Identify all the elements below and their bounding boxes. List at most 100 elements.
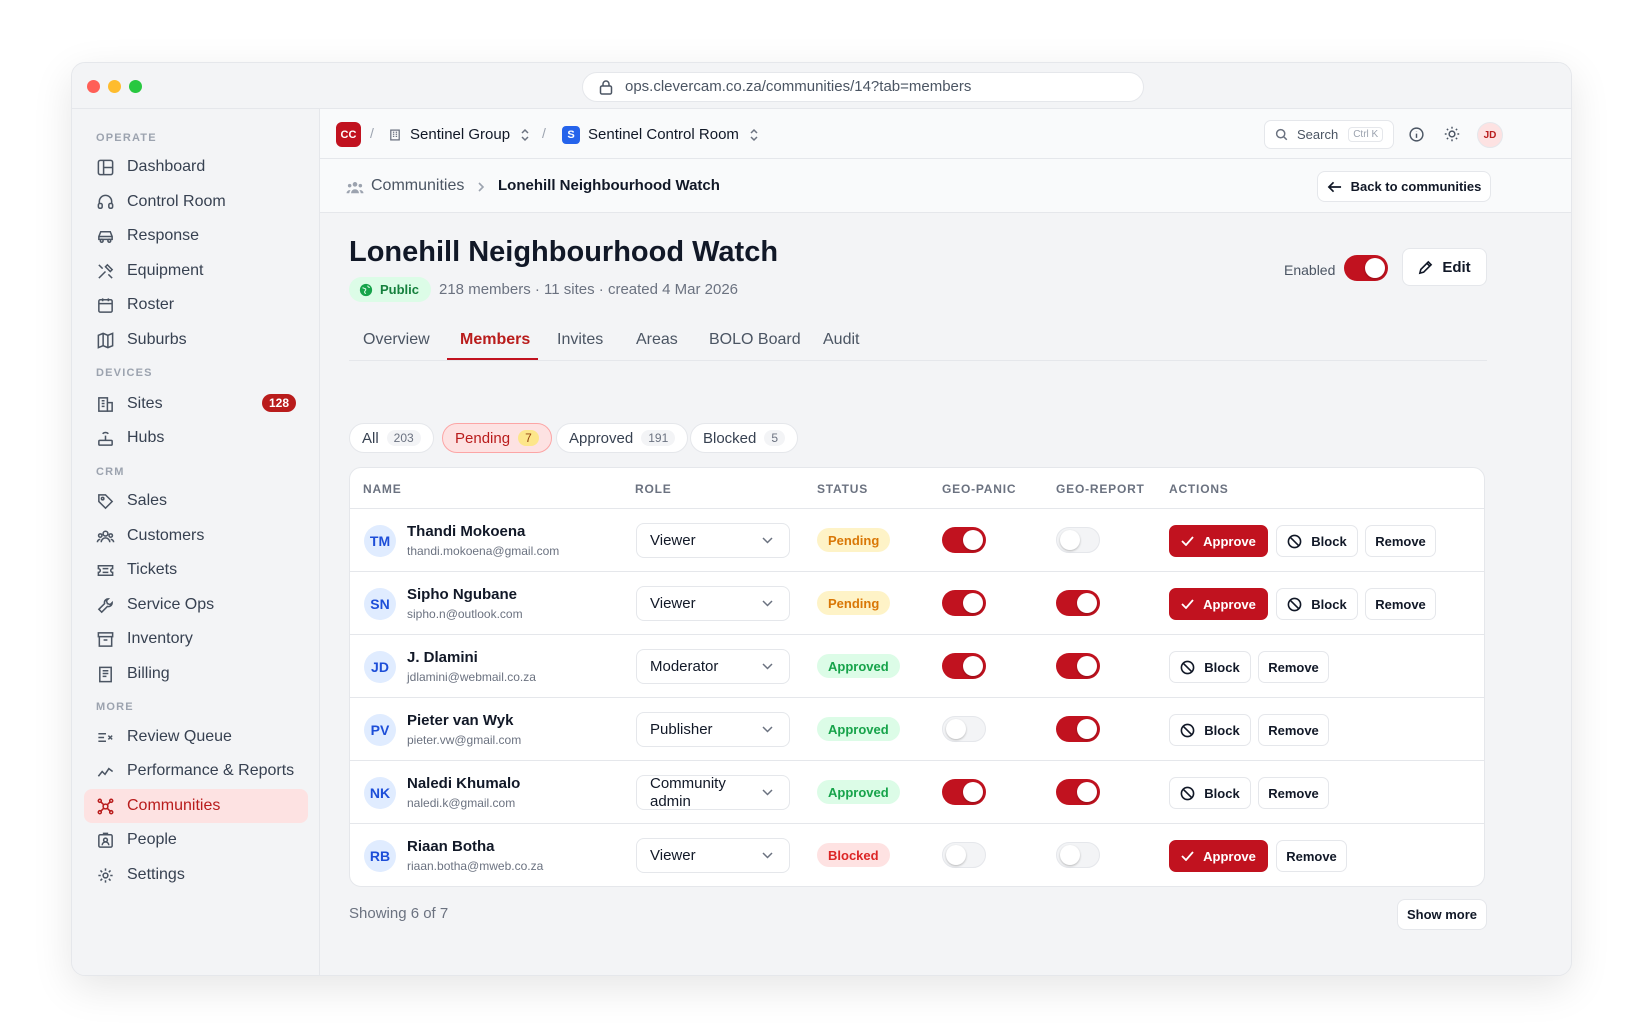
sidebar-item-label: Roster: [127, 296, 175, 313]
sidebar-item-sales[interactable]: Sales: [84, 484, 308, 518]
sidebar-item-performance-reports[interactable]: Performance & Reports: [84, 754, 308, 788]
status-badge: Approved: [817, 780, 900, 804]
approve-button[interactable]: Approve: [1169, 588, 1268, 620]
geo-report-toggle[interactable]: [1056, 653, 1100, 679]
geo-report-toggle[interactable]: [1056, 590, 1100, 616]
sidebar: OPERATE Dashboard Control Room Response …: [72, 109, 320, 975]
block-label: Block: [1204, 659, 1240, 675]
filter-label: Approved: [569, 429, 634, 447]
member-name: Sipho Ngubane: [407, 586, 517, 603]
tools-icon: [98, 263, 114, 279]
sidebar-item-hubs[interactable]: Hubs: [84, 421, 308, 455]
user-avatar[interactable]: JD: [1477, 122, 1503, 148]
tab-audit[interactable]: Audit: [823, 331, 859, 349]
role-select[interactable]: Viewer: [636, 838, 790, 873]
geo-panic-toggle[interactable]: [942, 842, 986, 868]
sun-icon[interactable]: [1443, 125, 1461, 143]
tab-invites[interactable]: Invites: [557, 331, 603, 349]
role-select[interactable]: Publisher: [636, 712, 790, 747]
geo-panic-toggle[interactable]: [942, 590, 986, 616]
sidebar-item-control-room[interactable]: Control Room: [84, 185, 308, 219]
remove-button[interactable]: Remove: [1365, 588, 1436, 620]
block-button[interactable]: Block: [1276, 525, 1358, 557]
table-row: TM Thandi Mokoena thandi.mokoena@gmail.c…: [350, 508, 1484, 571]
column-header-geo-report: GEO-REPORT: [1056, 482, 1145, 496]
block-button[interactable]: Block: [1169, 651, 1251, 683]
geo-panic-toggle[interactable]: [942, 716, 986, 742]
role-select[interactable]: Viewer: [636, 586, 790, 621]
approve-label: Approve: [1203, 533, 1256, 549]
org-switcher[interactable]: Sentinel Group: [388, 122, 531, 147]
geo-report-toggle[interactable]: [1056, 779, 1100, 805]
remove-button[interactable]: Remove: [1258, 651, 1329, 683]
sidebar-item-label: Review Queue: [127, 728, 232, 745]
close-window-dot[interactable]: [87, 80, 100, 93]
info-icon[interactable]: [1408, 126, 1425, 143]
edit-button[interactable]: Edit: [1402, 248, 1487, 286]
sidebar-item-customers[interactable]: Customers: [84, 519, 308, 553]
sidebar-item-tickets[interactable]: Tickets: [84, 553, 308, 587]
remove-button[interactable]: Remove: [1258, 777, 1329, 809]
approve-button[interactable]: Approve: [1169, 840, 1268, 872]
sidebar-item-roster[interactable]: Roster: [84, 288, 308, 322]
ban-icon: [1180, 786, 1195, 800]
community-enabled-toggle[interactable]: [1344, 255, 1388, 281]
member-avatar: JD: [364, 651, 396, 683]
sidebar-item-billing[interactable]: Billing: [84, 657, 308, 691]
tab-members[interactable]: Members: [460, 331, 530, 349]
filter-pending[interactable]: Pending 7: [442, 423, 552, 453]
tab-overview[interactable]: Overview: [363, 331, 430, 349]
users-icon: [346, 182, 364, 194]
filter-blocked[interactable]: Blocked 5: [690, 423, 799, 453]
search-button[interactable]: Search Ctrl K: [1264, 120, 1394, 149]
globe-icon: [359, 283, 373, 296]
role-select[interactable]: Community admin: [636, 775, 790, 810]
ban-icon: [1287, 534, 1302, 548]
approve-button[interactable]: Approve: [1169, 525, 1268, 557]
sidebar-item-settings[interactable]: Settings: [84, 858, 308, 892]
sidebar-item-communities[interactable]: Communities: [84, 789, 308, 823]
community-meta: 218 members · 11 sites · created 4 Mar 2…: [439, 281, 739, 298]
sidebar-item-suburbs[interactable]: Suburbs: [84, 323, 308, 357]
geo-report-toggle[interactable]: [1056, 716, 1100, 742]
block-button[interactable]: Block: [1169, 714, 1251, 746]
remove-button[interactable]: Remove: [1276, 840, 1347, 872]
geo-panic-toggle[interactable]: [942, 527, 986, 553]
show-more-button[interactable]: Show more: [1397, 899, 1487, 930]
check-icon: [1181, 599, 1194, 609]
tab-areas[interactable]: Areas: [636, 331, 678, 349]
sidebar-item-service-ops[interactable]: Service Ops: [84, 588, 308, 622]
address-bar[interactable]: ops.clevercam.co.za/communities/14?tab=m…: [582, 72, 1144, 102]
enabled-label: Enabled: [1284, 262, 1336, 278]
block-button[interactable]: Block: [1276, 588, 1358, 620]
pencil-icon: [1419, 260, 1433, 274]
sidebar-item-dashboard[interactable]: Dashboard: [84, 150, 308, 184]
sidebar-item-review-queue[interactable]: Review Queue: [84, 720, 308, 754]
building-icon: [390, 128, 400, 141]
geo-panic-toggle[interactable]: [942, 779, 986, 805]
sidebar-item-response[interactable]: Response: [84, 219, 308, 253]
search-label: Search: [1297, 127, 1339, 142]
sidebar-item-inventory[interactable]: Inventory: [84, 622, 308, 656]
breadcrumb-communities-link[interactable]: Communities: [371, 177, 464, 195]
back-to-communities-button[interactable]: Back to communities: [1317, 171, 1491, 202]
role-select[interactable]: Viewer: [636, 523, 790, 558]
workspace-switcher[interactable]: S Sentinel Control Room: [562, 122, 760, 147]
geo-panic-toggle[interactable]: [942, 653, 986, 679]
role-select[interactable]: Moderator: [636, 649, 790, 684]
sidebar-item-people[interactable]: People: [84, 823, 308, 857]
minimize-window-dot[interactable]: [108, 80, 121, 93]
org-name: Sentinel Group: [410, 126, 511, 143]
filter-all[interactable]: All 203: [349, 423, 434, 453]
maximize-window-dot[interactable]: [129, 80, 142, 93]
geo-report-toggle[interactable]: [1056, 527, 1100, 553]
sidebar-item-equipment[interactable]: Equipment: [84, 254, 308, 288]
geo-report-toggle[interactable]: [1056, 842, 1100, 868]
remove-button[interactable]: Remove: [1258, 714, 1329, 746]
tab-bolo-board[interactable]: BOLO Board: [709, 331, 801, 349]
filter-approved[interactable]: Approved 191: [556, 423, 689, 453]
member-avatar: TM: [364, 525, 396, 557]
block-button[interactable]: Block: [1169, 777, 1251, 809]
sidebar-item-sites[interactable]: Sites 128: [84, 387, 308, 421]
remove-button[interactable]: Remove: [1365, 525, 1436, 557]
